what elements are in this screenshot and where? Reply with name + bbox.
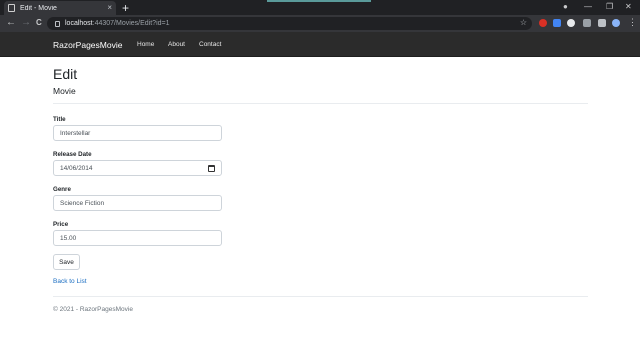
release-date-input[interactable]: 14/06/2014 bbox=[53, 160, 222, 176]
genre-input[interactable] bbox=[53, 195, 222, 211]
address-bar[interactable]: localhost :44307/Movies/Edit?id=1 ☆ bbox=[47, 17, 532, 30]
back-button[interactable]: ← bbox=[6, 17, 16, 29]
title-label: Title bbox=[53, 116, 66, 123]
tab-title: Edit - Movie bbox=[20, 4, 57, 12]
nav-home[interactable]: Home bbox=[137, 41, 154, 48]
browser-menu-icon[interactable]: ⋮ bbox=[628, 18, 637, 27]
browser-tab-strip: Edit - Movie × + ● — ❐ ✕ bbox=[0, 0, 640, 15]
minimize-button[interactable]: — bbox=[584, 2, 592, 11]
title-input[interactable] bbox=[53, 125, 222, 141]
price-label: Price bbox=[53, 221, 69, 228]
page-title: Edit bbox=[53, 66, 78, 82]
footer-text: © 2021 - RazorPagesMovie bbox=[53, 306, 133, 313]
close-tab-icon[interactable]: × bbox=[107, 4, 112, 12]
close-window-button[interactable]: ✕ bbox=[625, 2, 632, 11]
extensions-puzzle-icon[interactable] bbox=[598, 19, 606, 27]
lock-icon bbox=[55, 20, 60, 27]
github-icon[interactable] bbox=[567, 19, 575, 27]
browser-tab[interactable]: Edit - Movie × bbox=[4, 1, 116, 15]
brand-link[interactable]: RazorPagesMovie bbox=[53, 40, 122, 50]
reload-button[interactable]: C bbox=[36, 17, 42, 29]
genre-label: Genre bbox=[53, 186, 71, 193]
price-input[interactable] bbox=[53, 230, 222, 246]
new-tab-button[interactable]: + bbox=[122, 2, 129, 14]
url-host: localhost bbox=[65, 20, 93, 27]
url-path: :44307/Movies/Edit?id=1 bbox=[92, 20, 170, 27]
page-icon bbox=[8, 4, 15, 12]
app-navbar: RazorPagesMovie Home About Contact bbox=[0, 32, 640, 57]
page-subtitle: Movie bbox=[53, 86, 76, 96]
save-button[interactable]: Save bbox=[53, 254, 80, 270]
extension-icon-red[interactable] bbox=[539, 19, 547, 27]
nav-about[interactable]: About bbox=[168, 41, 185, 48]
browser-toolbar: ← → C localhost :44307/Movies/Edit?id=1 … bbox=[0, 15, 640, 32]
profile-avatar-icon[interactable] bbox=[612, 19, 620, 27]
restore-button[interactable]: ❐ bbox=[606, 2, 613, 11]
divider bbox=[53, 103, 588, 104]
release-date-value: 14/06/2014 bbox=[60, 164, 93, 172]
forward-button[interactable]: → bbox=[21, 17, 31, 29]
release-date-label: Release Date bbox=[53, 151, 92, 158]
bookmark-star-icon[interactable]: ☆ bbox=[520, 18, 527, 27]
footer-divider bbox=[53, 296, 588, 297]
extension-icon-grey[interactable] bbox=[583, 19, 591, 27]
back-to-list-link[interactable]: Back to List bbox=[53, 278, 87, 285]
extension-icon-blue[interactable] bbox=[553, 19, 561, 27]
tab-strip-accent bbox=[267, 0, 371, 2]
calendar-icon[interactable] bbox=[208, 164, 215, 172]
nav-contact[interactable]: Contact bbox=[199, 41, 221, 48]
profile-icon[interactable]: ● bbox=[563, 2, 568, 11]
